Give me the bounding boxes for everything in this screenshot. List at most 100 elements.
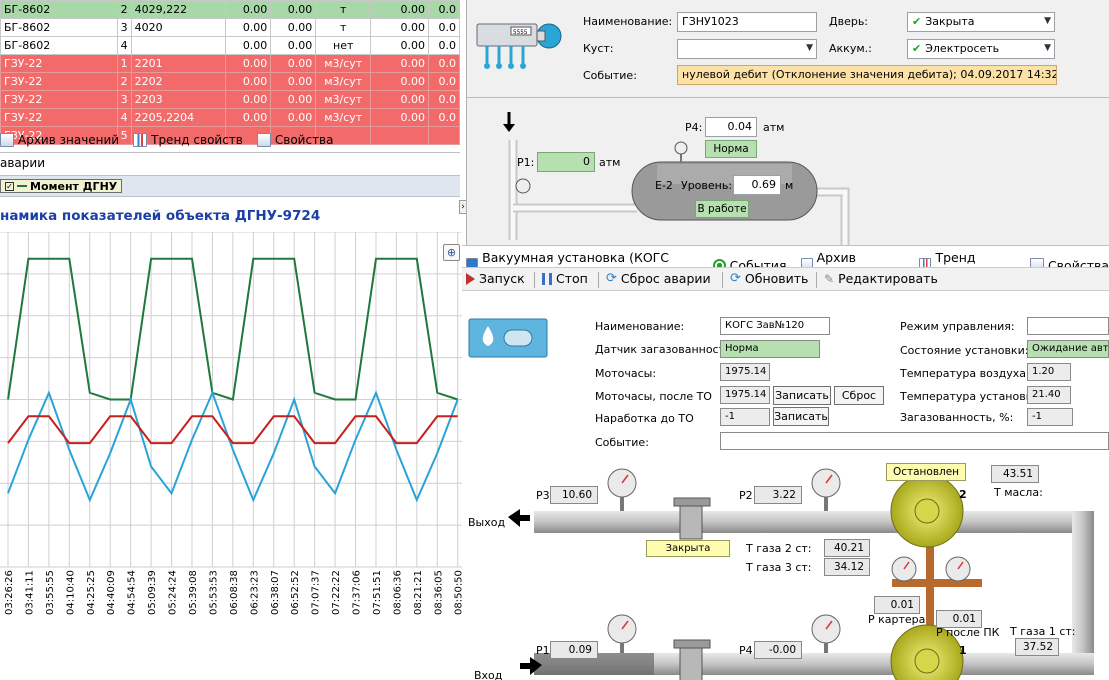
cell-id: 4029,222 bbox=[130, 0, 227, 19]
cell-value-a: 0.00 bbox=[225, 0, 272, 19]
table-row[interactable]: БГ-8602 4 0.00 0.00 нет 0.00 0.0 bbox=[0, 36, 460, 55]
cell-name: БГ-8602 bbox=[0, 18, 118, 37]
table-row[interactable]: БГ-8602 3 4020 0.00 0.00 т 0.00 0.0 bbox=[0, 18, 460, 37]
level-field[interactable]: 0.69 bbox=[733, 175, 781, 195]
pump-2-number: 2 bbox=[959, 488, 967, 501]
air-temp-field[interactable]: 1.20 bbox=[1027, 363, 1071, 381]
cell-name: ГЗУ-22 bbox=[0, 72, 118, 91]
cell-value-b: 0.00 bbox=[270, 72, 317, 91]
to-field[interactable]: -1 bbox=[720, 408, 770, 426]
x-tick-label: 06:23:23 bbox=[249, 570, 260, 615]
p1-field[interactable]: 0.09 bbox=[550, 641, 598, 659]
accum-label: Аккум.: bbox=[829, 42, 872, 55]
state-field[interactable]: Ожидание авт за bbox=[1027, 340, 1109, 358]
refresh-icon: ⟳ bbox=[606, 271, 617, 286]
cell-value-a: 0.00 bbox=[225, 72, 272, 91]
tank-status: В работе bbox=[695, 200, 749, 218]
bush-select[interactable] bbox=[677, 39, 817, 59]
inlet-label: Вход bbox=[474, 669, 503, 680]
tab-trend[interactable]: Тренд свойств bbox=[133, 133, 243, 147]
mode-label: Режим управления: bbox=[900, 320, 1015, 333]
separator bbox=[534, 272, 535, 288]
start-button[interactable]: Запуск bbox=[466, 271, 525, 286]
door-select[interactable]: ✔ Закрыта bbox=[907, 12, 1055, 32]
event-label: Событие: bbox=[583, 69, 637, 82]
write-button-2[interactable]: Записать bbox=[773, 407, 829, 426]
hours-field[interactable]: 1975.14 bbox=[720, 363, 770, 381]
unit-temp-field[interactable]: 21.40 bbox=[1027, 386, 1071, 404]
x-tick-label: 05:53:53 bbox=[208, 570, 219, 615]
tgas3-field[interactable]: 34.12 bbox=[824, 558, 870, 576]
x-tick-label: 03:41:11 bbox=[24, 570, 35, 615]
table-row[interactable]: ГЗУ-22 2 2202 0.00 0.00 м3/сут 0.00 0.0 bbox=[0, 72, 460, 91]
cell-name: ГЗУ-22 bbox=[0, 54, 118, 73]
x-tick-label: 04:10:40 bbox=[65, 570, 76, 615]
tab-archive[interactable]: Архив значений bbox=[0, 133, 119, 147]
cell-value-b: 0.00 bbox=[270, 0, 317, 19]
x-tick-label: 07:22:22 bbox=[331, 570, 342, 615]
hours-to-field[interactable]: 1975.14 bbox=[720, 386, 770, 404]
cell-id: 2205,2204 bbox=[130, 108, 227, 127]
cell-value-c: 0.00 bbox=[370, 72, 429, 91]
name-field[interactable]: ГЗНУ1023 bbox=[677, 12, 817, 32]
reset-button[interactable]: Сброс bbox=[834, 386, 884, 405]
checkbox-icon[interactable]: ✓ bbox=[5, 181, 14, 191]
bush-label: Куст: bbox=[583, 42, 614, 55]
legend-item[interactable]: ✓ Момент ДГНУ bbox=[0, 179, 123, 193]
p1-unit: атм bbox=[599, 156, 621, 169]
gas-sensor-field[interactable]: Норма bbox=[720, 340, 820, 358]
screenshot-collage: БГ-8602 2 4029,222 0.00 0.00 т 0.00 0.0 БГ-8602 3… bbox=[0, 0, 1109, 680]
event-field[interactable]: нулевой дебит (Отклонение значения дебит… bbox=[677, 65, 1057, 85]
pcase-label: P картера bbox=[868, 613, 926, 626]
write-button[interactable]: Записать bbox=[773, 386, 831, 405]
table-row[interactable]: ГЗУ-22 1 2201 0.00 0.00 м3/сут 0.00 0.0 bbox=[0, 54, 460, 73]
x-tick-label: 06:38:07 bbox=[270, 570, 281, 615]
cell-number: 3 bbox=[116, 18, 132, 37]
objects-table: БГ-8602 2 4029,222 0.00 0.00 т 0.00 0.0 БГ-8602 3… bbox=[0, 0, 460, 145]
hours-label: Моточасы: bbox=[595, 367, 657, 380]
accum-select[interactable]: ✔ Электросеть bbox=[907, 39, 1055, 59]
table-row[interactable]: БГ-8602 2 4029,222 0.00 0.00 т 0.00 0.0 bbox=[0, 0, 460, 19]
p4-field[interactable]: -0.00 bbox=[754, 641, 802, 659]
table-row[interactable]: ГЗУ-22 3 2203 0.00 0.00 м3/сут 0.00 0.0 bbox=[0, 90, 460, 109]
legend-line-icon bbox=[17, 185, 27, 187]
cell-id: 4020 bbox=[130, 18, 227, 37]
level-unit: м bbox=[785, 179, 794, 192]
mode-field[interactable] bbox=[1027, 317, 1109, 335]
stop-button[interactable]: Стоп bbox=[542, 271, 588, 286]
oil-temp-field[interactable]: 43.51 bbox=[991, 465, 1039, 483]
name-label: Наименование: bbox=[583, 15, 673, 28]
p4-unit: атм bbox=[763, 121, 785, 134]
tab-properties[interactable]: Свойства bbox=[256, 133, 333, 147]
cell-number: 4 bbox=[116, 36, 132, 55]
cell-number: 2 bbox=[116, 72, 132, 91]
cell-value-a: 0.00 bbox=[225, 90, 272, 109]
name-field[interactable]: КОГС Зав№120 bbox=[720, 317, 830, 335]
cell-unit: м3/сут bbox=[315, 90, 372, 109]
tgas2-field[interactable]: 40.21 bbox=[824, 539, 870, 557]
cell-value-c: 0.00 bbox=[370, 18, 429, 37]
gas-pct-field[interactable]: -1 bbox=[1027, 408, 1073, 426]
event-field[interactable] bbox=[720, 432, 1109, 450]
p3-field[interactable]: 10.60 bbox=[550, 486, 598, 504]
archive-icon bbox=[0, 133, 14, 147]
gznu-mnemonic bbox=[503, 112, 850, 245]
x-tick-label: 04:25:25 bbox=[86, 570, 97, 615]
cell-value-c: 0.00 bbox=[370, 90, 429, 109]
p4-field[interactable]: 0.04 bbox=[705, 117, 757, 137]
gznu-panel: 5555 Наименование: ГЗНУ1023 Дверь: ✔ Закр… bbox=[466, 0, 1109, 245]
tgas1-field[interactable]: 37.52 bbox=[1015, 638, 1059, 656]
to-label: Наработка до ТО bbox=[595, 412, 694, 425]
zoom-icon[interactable]: ⊕ bbox=[443, 244, 460, 261]
table-row[interactable]: ГЗУ-22 4 2205,2204 0.00 0.00 м3/сут 0.00 0.0 bbox=[0, 108, 460, 127]
p1-field[interactable]: 0 bbox=[537, 152, 595, 172]
pcase-field[interactable]: 0.01 bbox=[874, 596, 920, 614]
p1-label: P1: bbox=[517, 156, 535, 169]
reset-alarm-button[interactable]: ⟳ Сброс аварии bbox=[606, 271, 711, 286]
p2-field[interactable]: 3.22 bbox=[754, 486, 802, 504]
trend-chart-icon bbox=[133, 133, 148, 147]
refresh-button[interactable]: ⟳ Обновить bbox=[730, 271, 808, 286]
x-tick-label: 05:24:24 bbox=[168, 570, 179, 615]
cell-number: 3 bbox=[116, 90, 132, 109]
edit-button[interactable]: ✎ Редактировать bbox=[824, 271, 938, 286]
